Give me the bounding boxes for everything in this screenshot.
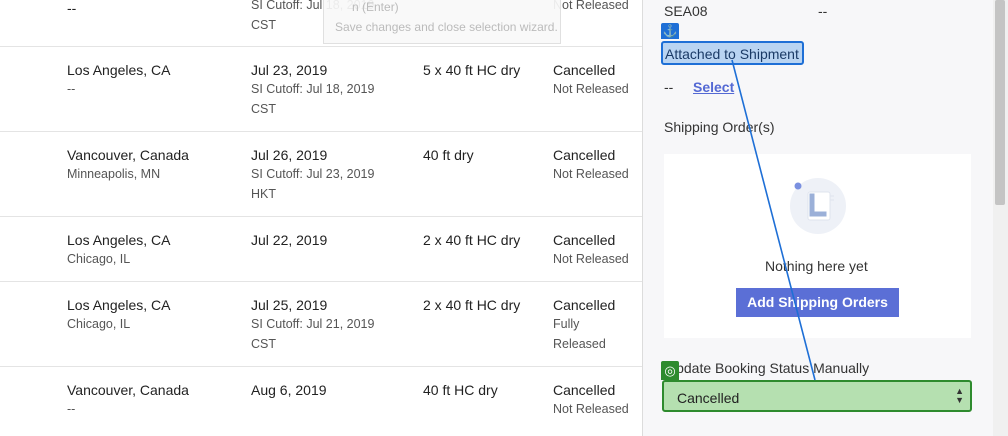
bookings-table: -- SI Cutoff: Jul 18, 2019 CST Not Relea… — [0, 0, 642, 436]
shipment-value: -- — [664, 79, 674, 95]
release-status: Not Released — [553, 82, 629, 96]
status-cell: Cancelled — [553, 232, 616, 248]
table-row[interactable]: Los Angeles, CA Chicago, IL Jul 25, 2019… — [0, 281, 642, 367]
tooltip: n (Enter) Save changes and close selecti… — [323, 0, 561, 44]
empty-document-icon — [790, 178, 846, 234]
table-row[interactable]: Los Angeles, CA -- Jul 23, 2019 SI Cutof… — [0, 46, 642, 132]
destination-cell: -- — [67, 82, 76, 96]
equipment-cell: 2 x 40 ft HC dry — [423, 297, 521, 313]
release-status: Not Released — [553, 0, 629, 12]
booking-status-select[interactable]: Cancelled ▲ ▼ — [662, 380, 972, 412]
booking-code-value: -- — [818, 3, 828, 19]
destination-cell: Chicago, IL — [67, 252, 131, 266]
shipping-orders-label: Shipping Order(s) — [664, 119, 775, 135]
origin-cell: Vancouver, Canada — [67, 147, 189, 163]
date-cell: Jul 23, 2019 — [251, 62, 328, 78]
status-cell: Cancelled — [553, 62, 616, 78]
release-status: Not Released — [553, 167, 629, 181]
destination-cell: Chicago, IL — [67, 317, 131, 331]
select-shipment-link[interactable]: Select — [693, 79, 734, 95]
equipment-cell: 40 ft HC dry — [423, 382, 498, 398]
date-cell: Jul 22, 2019 — [251, 232, 328, 248]
origin-cell: Vancouver, Canada — [67, 382, 189, 398]
release-status-line2: Released — [553, 337, 606, 351]
add-shipping-orders-button[interactable]: Add Shipping Orders — [736, 288, 899, 317]
date-cell: Jul 25, 2019 — [251, 297, 328, 313]
release-status: Not Released — [553, 252, 629, 266]
release-status: Not Released — [553, 402, 629, 416]
timezone: CST — [251, 337, 276, 351]
table-row[interactable]: Vancouver, Canada Minneapolis, MN Jul 26… — [0, 131, 642, 217]
tooltip-description: Save changes and close selection wizard. — [335, 20, 558, 34]
attached-to-shipment-label: Attached to Shipment — [661, 41, 804, 65]
target-icon: ◎ — [661, 361, 679, 380]
date-cell: Jul 26, 2019 — [251, 147, 328, 163]
si-cutoff: SI Cutoff: Jul 21, 2019 — [251, 317, 375, 331]
destination-cell: -- — [67, 0, 77, 16]
status-cell: Cancelled — [553, 147, 616, 163]
anchor-icon: ⚓ — [661, 23, 679, 39]
release-status: Fully — [553, 317, 580, 331]
booking-code: SEA08 — [664, 3, 708, 19]
timezone: HKT — [251, 187, 276, 201]
select-arrows-icon: ▲ ▼ — [955, 386, 964, 405]
si-cutoff: SI Cutoff: Jul 23, 2019 — [251, 167, 375, 181]
booking-status-value: Cancelled — [677, 390, 740, 406]
scrollbar-thumb[interactable] — [995, 0, 1005, 205]
origin-cell: Los Angeles, CA — [67, 62, 171, 78]
status-cell: Cancelled — [553, 297, 616, 313]
origin-cell: Los Angeles, CA — [67, 232, 171, 248]
table-row[interactable]: Vancouver, Canada -- Aug 6, 2019 40 ft H… — [0, 366, 642, 436]
booking-status-label: Update Booking Status Manually — [666, 360, 870, 376]
si-cutoff: SI Cutoff: Jul 18, 2019 — [251, 82, 375, 96]
equipment-cell: 40 ft dry — [423, 147, 474, 163]
destination-cell: Minneapolis, MN — [67, 167, 161, 181]
tooltip-shortcut: n (Enter) — [352, 0, 399, 14]
equipment-cell: 5 x 40 ft HC dry — [423, 62, 521, 78]
status-cell: Cancelled — [553, 382, 616, 398]
destination-cell: -- — [67, 402, 76, 416]
origin-cell: Los Angeles, CA — [67, 297, 171, 313]
date-cell: Aug 6, 2019 — [251, 382, 327, 398]
table-row[interactable]: Los Angeles, CA Chicago, IL Jul 22, 2019… — [0, 216, 642, 282]
empty-state-text: Nothing here yet — [765, 258, 868, 274]
timezone: CST — [251, 102, 276, 116]
timezone: CST — [251, 18, 276, 32]
equipment-cell: 2 x 40 ft HC dry — [423, 232, 521, 248]
